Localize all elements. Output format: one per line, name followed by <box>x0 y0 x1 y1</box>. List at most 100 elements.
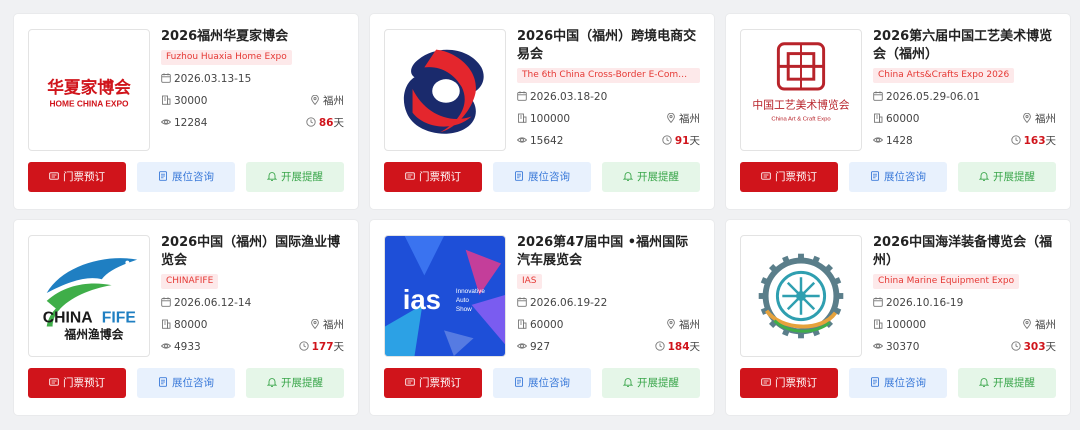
exhibition-reminder-button[interactable]: 开展提醒 <box>602 368 700 398</box>
ticket-booking-button[interactable]: 门票预订 <box>384 368 482 398</box>
expo-title[interactable]: 2026福州华夏家博会 <box>161 28 344 46</box>
expo-card[interactable]: 2026中国（福州）跨境电商交易会 The 6th China Cross-Bo… <box>370 14 714 209</box>
svg-text:Auto: Auto <box>456 297 470 304</box>
bell-icon <box>267 171 277 181</box>
booth-consult-button[interactable]: 展位咨询 <box>137 162 235 192</box>
ticket-icon <box>405 171 415 181</box>
svg-text:Innovative: Innovative <box>456 288 486 295</box>
clock-icon <box>1010 135 1021 145</box>
svg-text:HOME CHINA EXPO: HOME CHINA EXPO <box>49 99 129 109</box>
booth-consult-label: 展位咨询 <box>528 171 570 183</box>
expo-card[interactable]: 华夏家博会 HOME CHINA EXPO 2026福州华夏家博会 Fuzhou … <box>14 14 358 209</box>
ticket-booking-label: 门票预订 <box>775 171 817 183</box>
days-unit: 天 <box>333 341 345 353</box>
ticket-booking-button[interactable]: 门票预订 <box>740 368 838 398</box>
ticket-booking-label: 门票预订 <box>63 171 105 183</box>
date-row: 2026.06.19-22 <box>517 295 700 311</box>
expo-title[interactable]: 2026中国（福州）跨境电商交易会 <box>517 28 700 64</box>
expo-title[interactable]: 2026中国（福州）国际渔业博览会 <box>161 234 344 270</box>
clock-icon <box>654 341 665 351</box>
countdown: 91天 <box>662 133 700 149</box>
building-icon <box>161 95 171 105</box>
eye-icon <box>873 135 883 145</box>
exhibition-reminder-label: 开展提醒 <box>993 171 1035 183</box>
document-icon <box>158 377 168 387</box>
expo-city: 福州 <box>679 319 700 331</box>
expo-views: 1428 <box>886 135 913 147</box>
svg-text:CHINA: CHINA <box>43 310 93 327</box>
exhibition-reminder-button[interactable]: 开展提醒 <box>958 368 1056 398</box>
expo-card[interactable]: CHINA FIFE 福州渔博会 2026中国（福州）国际渔业博览会 CHINAFI… <box>14 220 358 415</box>
exhibition-reminder-button[interactable]: 开展提醒 <box>602 162 700 192</box>
exhibition-reminder-button[interactable]: 开展提醒 <box>246 368 344 398</box>
location-pin-icon <box>666 319 676 329</box>
document-icon <box>514 377 524 387</box>
building-icon <box>161 319 171 329</box>
booth-consult-label: 展位咨询 <box>172 171 214 183</box>
building-icon <box>517 319 527 329</box>
eye-icon <box>161 117 171 127</box>
booth-consult-label: 展位咨询 <box>172 377 214 389</box>
ticket-icon <box>49 171 59 181</box>
views-row: 12284 86天 <box>161 115 344 131</box>
booth-consult-button[interactable]: 展位咨询 <box>849 162 947 192</box>
exhibition-reminder-label: 开展提醒 <box>637 377 679 389</box>
expo-title[interactable]: 2026第六届中国工艺美术博览会（福州） <box>873 28 1056 64</box>
expo-date: 2026.10.16-19 <box>886 297 964 309</box>
exhibition-reminder-label: 开展提醒 <box>281 377 323 389</box>
clock-icon <box>662 135 672 145</box>
expo-views: 4933 <box>174 341 201 353</box>
booth-consult-button[interactable]: 展位咨询 <box>137 368 235 398</box>
days-unit: 天 <box>333 117 345 129</box>
expo-card[interactable]: 中国工艺美术博览会 China Art & Craft Expo 2026第六届中… <box>726 14 1070 209</box>
countdown: 177天 <box>298 339 345 355</box>
location: 福州 <box>1022 111 1056 127</box>
exhibition-reminder-button[interactable]: 开展提醒 <box>246 162 344 192</box>
eye-icon <box>517 135 527 145</box>
cross-border-ecommerce-logo[interactable] <box>384 29 506 151</box>
expo-info: 2026中国（福州）跨境电商交易会 The 6th China Cross-Bo… <box>517 28 700 149</box>
expo-city: 福州 <box>1035 113 1056 125</box>
exhibition-reminder-button[interactable]: 开展提醒 <box>958 162 1056 192</box>
ias-auto-show-logo[interactable]: ias Innovative Auto Show <box>384 235 506 357</box>
document-icon <box>158 171 168 181</box>
expo-title[interactable]: 2026第47届中国 •福州国际汽车展览会 <box>517 234 700 270</box>
expo-city: 福州 <box>323 95 344 107</box>
expo-card[interactable]: ias Innovative Auto Show 2026第47届中国 •福州国际汽车… <box>370 220 714 415</box>
views-row: 30370 303天 <box>873 339 1056 355</box>
days-left: 91 <box>674 135 690 147</box>
days-unit: 天 <box>689 135 701 147</box>
expo-area: 60000 <box>530 319 564 331</box>
ticket-booking-button[interactable]: 门票预订 <box>740 162 838 192</box>
expo-title[interactable]: 2026中国海洋装备博览会（福州） <box>873 234 1056 270</box>
date-row: 2026.03.18-20 <box>517 89 700 105</box>
clock-icon <box>298 341 309 351</box>
exhibition-reminder-label: 开展提醒 <box>637 171 679 183</box>
ticket-icon <box>761 377 771 387</box>
views-row: 15642 91天 <box>517 133 700 149</box>
expo-city: 福州 <box>323 319 344 331</box>
svg-text:Show: Show <box>456 306 472 313</box>
ticket-booking-button[interactable]: 门票预订 <box>28 368 126 398</box>
svg-text:中国工艺美术博览会: 中国工艺美术博览会 <box>752 99 849 112</box>
card-actions: 门票预订 展位咨询 开展提醒 <box>28 368 344 398</box>
expo-tag: Fuzhou Huaxia Home Expo <box>161 50 292 65</box>
marine-equipment-expo-logo[interactable] <box>740 235 862 357</box>
card-actions: 门票预订 展位咨询 开展提醒 <box>384 368 700 398</box>
ticket-booking-button[interactable]: 门票预订 <box>28 162 126 192</box>
huaxia-home-expo-logo[interactable]: 华夏家博会 HOME CHINA EXPO <box>28 29 150 151</box>
days-left: 303 <box>1023 341 1046 353</box>
booth-consult-button[interactable]: 展位咨询 <box>849 368 947 398</box>
svg-text:福州渔博会: 福州渔博会 <box>63 327 123 341</box>
ticket-booking-button[interactable]: 门票预订 <box>384 162 482 192</box>
arts-crafts-expo-logo[interactable]: 中国工艺美术博览会 China Art & Craft Expo <box>740 29 862 151</box>
area-row: 80000 福州 <box>161 317 344 333</box>
document-icon <box>870 377 880 387</box>
location: 福州 <box>310 317 344 333</box>
expo-card[interactable]: 2026中国海洋装备博览会（福州） China Marine Equipment… <box>726 220 1070 415</box>
location: 福州 <box>1022 317 1056 333</box>
chinafife-logo[interactable]: CHINA FIFE 福州渔博会 <box>28 235 150 357</box>
booth-consult-button[interactable]: 展位咨询 <box>493 368 591 398</box>
date-row: 2026.10.16-19 <box>873 295 1056 311</box>
booth-consult-button[interactable]: 展位咨询 <box>493 162 591 192</box>
